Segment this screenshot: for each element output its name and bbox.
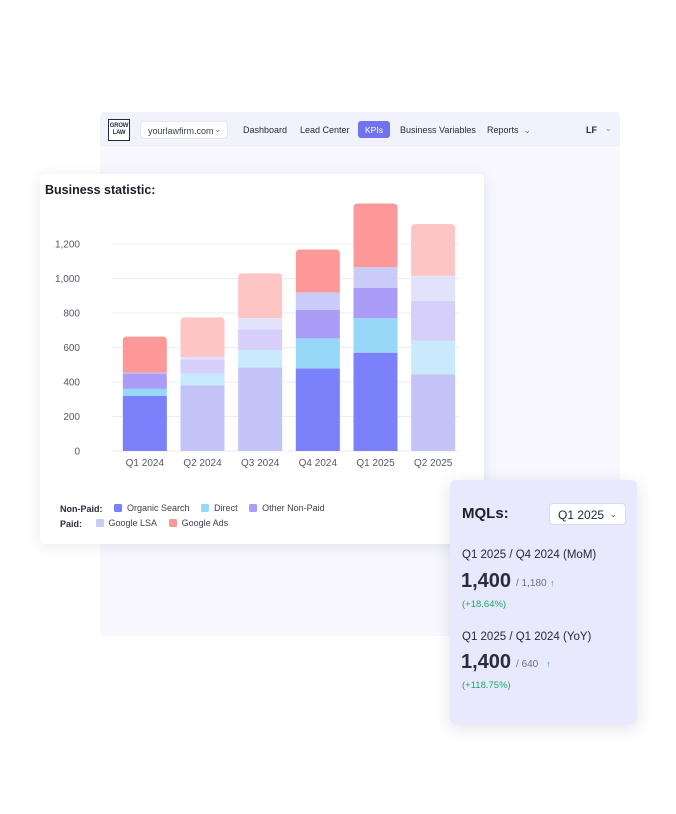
stacked-bar-chart: 0 200 400 600 800 1,000 1,200 Q1 2024 Q2 2024 Q3 … bbox=[55, 203, 460, 469]
bar-segment-direct bbox=[122, 388, 167, 396]
legend-swatch bbox=[249, 504, 258, 512]
bar-segment-other-non-paid bbox=[122, 373, 167, 389]
bar-segment-organic-search bbox=[180, 385, 225, 451]
y-tick-label: 200 bbox=[63, 412, 80, 423]
legend-swatch bbox=[114, 504, 123, 512]
arrow-up-icon: ↑ bbox=[550, 578, 555, 588]
bar-segment-google-lsa bbox=[411, 275, 456, 301]
nav-kpis[interactable]: KPIs bbox=[358, 121, 390, 138]
bar-segment-google-ads bbox=[122, 336, 167, 373]
y-tick-label: 400 bbox=[63, 378, 80, 389]
bar-segment-direct bbox=[295, 338, 340, 369]
chevron-down-icon: ⌄ bbox=[609, 509, 617, 519]
bar-segment-other-non-paid bbox=[411, 300, 456, 341]
legend-item-direct: Direct bbox=[201, 503, 238, 513]
grow-law-logo[interactable]: GROW LAW bbox=[108, 119, 130, 141]
x-tick-label: Q1 2024 bbox=[126, 458, 165, 469]
bar-segment-direct bbox=[180, 373, 225, 386]
domain-select-value: yourlawfirm.com bbox=[148, 126, 214, 136]
bar-segment-google-ads bbox=[180, 317, 225, 357]
bar-segment-organic-search bbox=[295, 368, 340, 451]
legend-item-google-ads: Google Ads bbox=[168, 518, 228, 528]
user-avatar[interactable]: LF bbox=[586, 125, 597, 135]
bar-segment-direct bbox=[238, 350, 283, 368]
arrow-up-icon: ↑ bbox=[546, 659, 551, 669]
bar-segment-organic-search bbox=[122, 395, 167, 451]
chart-title: Business statistic: bbox=[45, 183, 156, 197]
bar-segment-google-ads bbox=[353, 203, 398, 268]
bar-segment-other-non-paid bbox=[353, 287, 398, 319]
nav-dashboard[interactable]: Dashboard bbox=[243, 125, 287, 135]
legend-item-other-non-paid: Other Non-Paid bbox=[249, 503, 325, 513]
bar-segment-google-ads bbox=[295, 249, 340, 293]
bar-segment-other-non-paid bbox=[180, 359, 225, 374]
legend-non-paid: Non-Paid: Organic Search Direct Other No… bbox=[60, 503, 325, 514]
y-tick-label: 800 bbox=[63, 309, 80, 320]
bar-segment-google-ads bbox=[411, 224, 456, 276]
mql-period-value: Q1 2025 bbox=[558, 508, 605, 522]
nav-reports[interactable]: Reports ⌄ bbox=[487, 125, 531, 135]
nav-business-variables[interactable]: Business Variables bbox=[400, 125, 476, 135]
yoy-change: (+118.75%) bbox=[462, 680, 511, 691]
bar-segment-google-lsa bbox=[122, 372, 167, 374]
bar-segment-direct bbox=[353, 318, 398, 353]
mom-value: 1,400 bbox=[461, 570, 512, 592]
yoy-comparison-label: Q1 2025 / Q1 2024 (YoY) bbox=[462, 631, 592, 643]
chevron-down-icon[interactable]: ⌄ bbox=[605, 124, 612, 133]
bar-segment-other-non-paid bbox=[238, 329, 283, 351]
chevron-down-icon: ⌄ bbox=[524, 126, 531, 135]
mom-comparison-label: Q1 2025 / Q4 2024 (MoM) bbox=[462, 549, 597, 561]
x-tick-label: Q1 2025 bbox=[356, 458, 395, 469]
bar-segment-direct bbox=[411, 340, 456, 375]
y-tick-label: 600 bbox=[63, 343, 80, 354]
bar-segment-organic-search bbox=[353, 352, 398, 451]
chevron-down-icon: ⌄ bbox=[214, 125, 221, 134]
x-tick-label: Q4 2024 bbox=[299, 458, 338, 469]
y-tick-label: 0 bbox=[74, 447, 80, 458]
legend-swatch bbox=[201, 504, 210, 512]
x-tick-label: Q3 2024 bbox=[241, 458, 280, 469]
bar-segment-other-non-paid bbox=[295, 309, 340, 339]
mom-previous-value: / 1,180 bbox=[516, 578, 547, 589]
bar-segment-google-lsa bbox=[180, 356, 225, 360]
y-tick-label: 1,000 bbox=[55, 274, 80, 285]
legend-item-google-lsa: Google LSA bbox=[95, 518, 157, 528]
nav-lead-center[interactable]: Lead Center bbox=[300, 125, 350, 135]
bar-segment-google-lsa bbox=[295, 292, 340, 310]
domain-select[interactable]: yourlawfirm.com ⌄ bbox=[140, 121, 228, 139]
mql-title: MQLs: bbox=[462, 505, 509, 522]
legend-non-paid-label: Non-Paid: bbox=[60, 504, 103, 514]
legend-paid-label: Paid: bbox=[60, 519, 83, 529]
mql-period-select[interactable]: Q1 2025 ⌄ bbox=[549, 503, 626, 525]
bar-segment-organic-search bbox=[411, 374, 456, 451]
bar-segment-google-lsa bbox=[238, 318, 283, 330]
yoy-previous-value: / 640 bbox=[516, 659, 539, 670]
bar-segment-organic-search bbox=[238, 367, 283, 451]
legend-paid: Paid: Google LSA Google Ads bbox=[60, 518, 228, 529]
legend-swatch bbox=[168, 519, 177, 527]
x-tick-label: Q2 2024 bbox=[183, 458, 222, 469]
nav-reports-label: Reports bbox=[487, 125, 519, 135]
legend-item-organic-search: Organic Search bbox=[114, 503, 190, 513]
yoy-value: 1,400 bbox=[461, 651, 512, 673]
legend-swatch bbox=[95, 519, 104, 527]
x-tick-label: Q2 2025 bbox=[414, 458, 453, 469]
bar-segment-google-lsa bbox=[353, 267, 398, 288]
mom-change: (+18.64%) bbox=[462, 599, 507, 610]
y-tick-label: 1,200 bbox=[55, 240, 80, 251]
bar-segment-google-ads bbox=[238, 273, 283, 319]
